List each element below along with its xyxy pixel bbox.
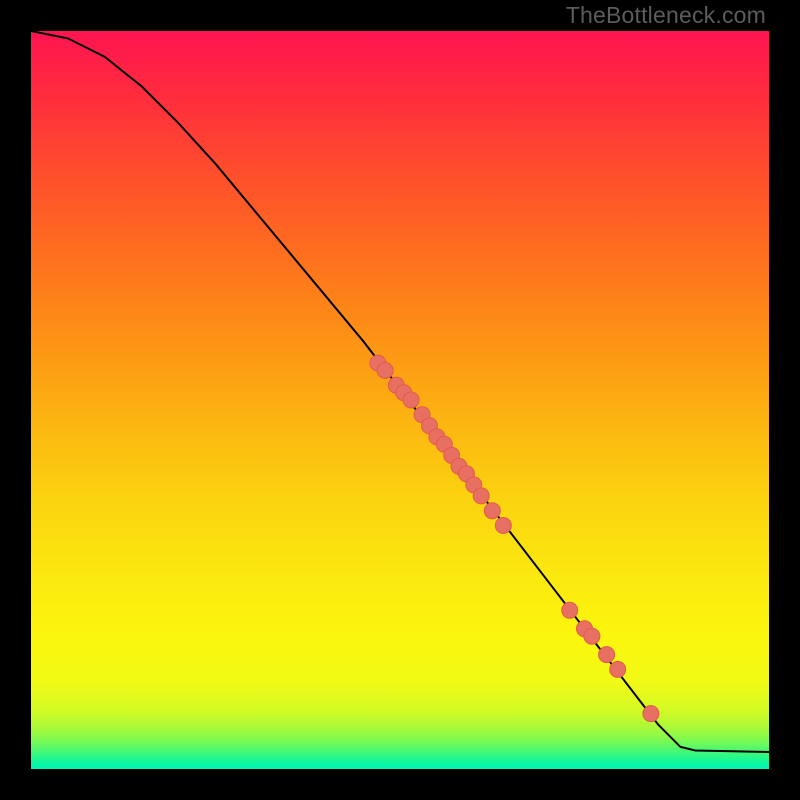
data-point — [484, 503, 500, 519]
curve-svg — [31, 31, 769, 769]
data-point — [643, 706, 659, 722]
data-point — [403, 392, 419, 408]
data-point — [377, 363, 393, 379]
plot-area — [31, 31, 769, 769]
chart-stage: TheBottleneck.com — [0, 0, 800, 800]
data-point — [584, 628, 600, 644]
data-point — [473, 488, 489, 504]
data-point — [610, 661, 626, 677]
watermark-text: TheBottleneck.com — [566, 2, 766, 29]
data-point — [599, 647, 615, 663]
data-point — [495, 518, 511, 534]
data-point — [562, 602, 578, 618]
